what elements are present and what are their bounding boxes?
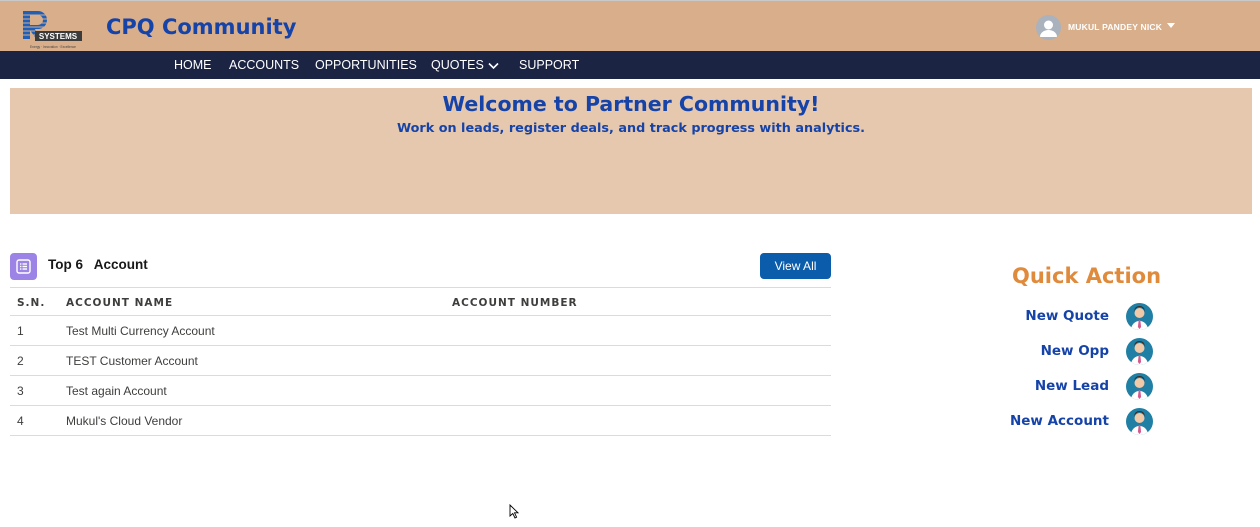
person-avatar-icon [1126,407,1153,435]
new-quote-action[interactable]: New Quote [1025,302,1153,330]
row-account-name[interactable]: Test again Account [66,384,167,398]
nav-opportunities[interactable]: OPPORTUNITIES [315,58,417,72]
banner-subtitle: Work on leads, register deals, and track… [396,121,866,136]
new-account-action[interactable]: New Account [1010,407,1153,435]
user-name: MUKUL PANDEY NICK [1068,22,1163,32]
user-menu[interactable]: MUKUL PANDEY NICK [1036,14,1176,40]
nav-home[interactable]: HOME [174,58,212,72]
table-row[interactable]: 1 Test Multi Currency Account [10,316,831,346]
quick-action-label: New Opp [1040,343,1109,359]
quick-action-title: Quick Action [1012,264,1162,288]
caret-down-icon [1167,22,1176,28]
row-account-name[interactable]: Mukul's Cloud Vendor [66,414,182,428]
mouse-cursor-icon [509,504,519,519]
row-sn: 3 [17,384,24,398]
nav-accounts[interactable]: ACCOUNTS [229,58,299,72]
column-header-account-number[interactable]: ACCOUNT NUMBER [452,297,578,309]
row-account-name[interactable]: Test Multi Currency Account [66,324,215,338]
column-header-sn[interactable]: S.N. [17,297,45,309]
table-row[interactable]: 2 TEST Customer Account [10,346,831,376]
quick-action-label: New Account [1009,413,1109,429]
logo-text: SYSTEMS [39,32,78,41]
person-avatar-icon [1126,372,1153,400]
user-avatar-icon [1036,14,1061,40]
nav-quotes[interactable]: QUOTES [431,58,499,72]
table-header: S.N. ACCOUNT NAME ACCOUNT NUMBER [10,287,831,316]
welcome-banner: Welcome to Partner Community! Work on le… [10,88,1252,214]
person-avatar-icon [1126,337,1153,365]
banner-title: Welcome to Partner Community! [442,92,820,116]
row-account-name[interactable]: TEST Customer Account [66,354,198,368]
row-sn: 1 [17,324,24,338]
new-lead-action[interactable]: New Lead [1035,372,1153,400]
quick-action-label: New Quote [1025,308,1109,324]
main-nav: HOME ACCOUNTS OPPORTUNITIES QUOTES SUPPO… [0,51,1260,79]
chevron-down-icon [488,62,499,69]
list-icon [10,253,37,280]
site-title[interactable]: CPQ Community [106,15,296,39]
table-row[interactable]: 3 Test again Account [10,376,831,406]
card-title: Top 6 Account [48,257,148,272]
column-header-account-name[interactable]: ACCOUNT NAME [66,297,173,309]
row-sn: 2 [17,354,24,368]
row-sn: 4 [17,414,24,428]
nav-support[interactable]: SUPPORT [519,58,579,72]
person-avatar-icon [1126,302,1153,330]
r-systems-logo[interactable]: SYSTEMS Energy · Innovation · Excellence [21,9,83,51]
logo-tagline: Energy · Innovation · Excellence [30,45,76,49]
accounts-table: S.N. ACCOUNT NAME ACCOUNT NUMBER 1 Test … [10,287,831,436]
table-row[interactable]: 4 Mukul's Cloud Vendor [10,406,831,436]
nav-quotes-label: QUOTES [431,58,484,72]
site-header: SYSTEMS Energy · Innovation · Excellence… [0,0,1260,51]
view-all-button[interactable]: View All [760,253,831,279]
quick-action-label: New Lead [1034,378,1109,394]
new-opp-action[interactable]: New Opp [1041,337,1153,365]
